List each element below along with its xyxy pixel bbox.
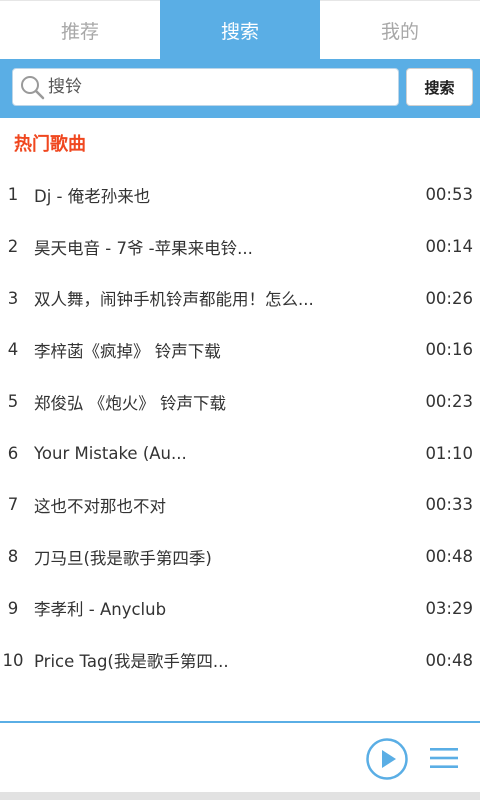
song-number: 4 [7,340,19,360]
list-item[interactable]: 8 刀马旦(我是歌手第四季) 00:48 [0,531,480,583]
song-number: 1 [7,185,19,205]
menu-icon[interactable] [428,745,460,771]
search-input[interactable] [45,71,398,103]
song-duration: 01:10 [425,443,473,463]
song-title: 李孝利 - Anyclub [34,600,167,620]
song-number: 8 [7,547,19,567]
list-item[interactable]: 2 昊天电音 - 7爷 -苹果来电铃... 00:14 [0,221,480,273]
song-duration: 00:33 [425,495,473,515]
song-number: 9 [7,598,19,618]
app-root: 推荐 搜索 我的 搜索 热门歌曲 1 Dj - 俺老孙来也 00:53 2 昊天… [0,0,480,800]
search-button[interactable]: 搜索 [406,68,473,106]
song-title: 李梓菡《疯掉》 铃声下载 [34,341,221,361]
list-item[interactable]: 10 Price Tag(我是歌手第四... 00:48 [0,634,480,686]
song-duration: 00:53 [425,185,473,205]
list-item[interactable]: 9 李孝利 - Anyclub 03:29 [0,583,480,635]
song-number: 10 [2,650,24,670]
tab-bar: 推荐 搜索 我的 [0,0,480,59]
song-number: 6 [7,443,19,463]
song-duration: 00:14 [425,237,473,257]
song-duration: 03:29 [425,598,473,618]
list-item[interactable]: 5 郑俊弘 《炮火》 铃声下载 00:23 [0,376,480,428]
tab-mine[interactable]: 我的 [320,0,480,59]
song-title: 昊天电音 - 7爷 -苹果来电铃... [34,238,253,258]
play-circle-icon[interactable] [366,738,408,780]
song-title: 双人舞，闹钟手机铃声都能用！怎么... [34,290,314,310]
tab-search[interactable]: 搜索 [160,0,320,59]
song-duration: 00:16 [425,340,473,360]
song-title: 刀马旦(我是歌手第四季) [34,548,212,568]
tab-recommend[interactable]: 推荐 [0,0,160,59]
song-duration: 00:23 [425,392,473,412]
song-number: 7 [7,495,19,515]
song-number: 3 [7,288,19,308]
song-title: Price Tag(我是歌手第四... [34,652,229,672]
song-duration: 00:48 [425,650,473,670]
song-title: 这也不对那也不对 [34,496,166,516]
song-title: 郑俊弘 《炮火》 铃声下载 [34,393,226,413]
song-duration: 00:26 [425,288,473,308]
search-box[interactable] [12,68,399,106]
song-duration: 00:48 [425,547,473,567]
song-list: 1 Dj - 俺老孙来也 00:53 2 昊天电音 - 7爷 -苹果来电铃...… [0,169,480,686]
search-bar: 搜索 [0,59,480,118]
list-item[interactable]: 4 李梓菡《疯掉》 铃声下载 00:16 [0,324,480,376]
song-number: 5 [7,392,19,412]
section-title: 热门歌曲 [14,134,86,155]
player-bar [0,721,480,792]
list-item[interactable]: 3 双人舞，闹钟手机铃声都能用！怎么... 00:26 [0,272,480,324]
song-title: Dj - 俺老孙来也 [34,186,151,206]
search-icon [21,76,45,100]
list-item[interactable]: 1 Dj - 俺老孙来也 00:53 [0,169,480,221]
list-item[interactable]: 6 Your Mistake (Au... 01:10 [0,427,480,479]
list-item[interactable]: 7 这也不对那也不对 00:33 [0,479,480,531]
bottom-strip [0,792,480,800]
song-number: 2 [7,237,19,257]
song-title: Your Mistake (Au... [34,443,187,463]
